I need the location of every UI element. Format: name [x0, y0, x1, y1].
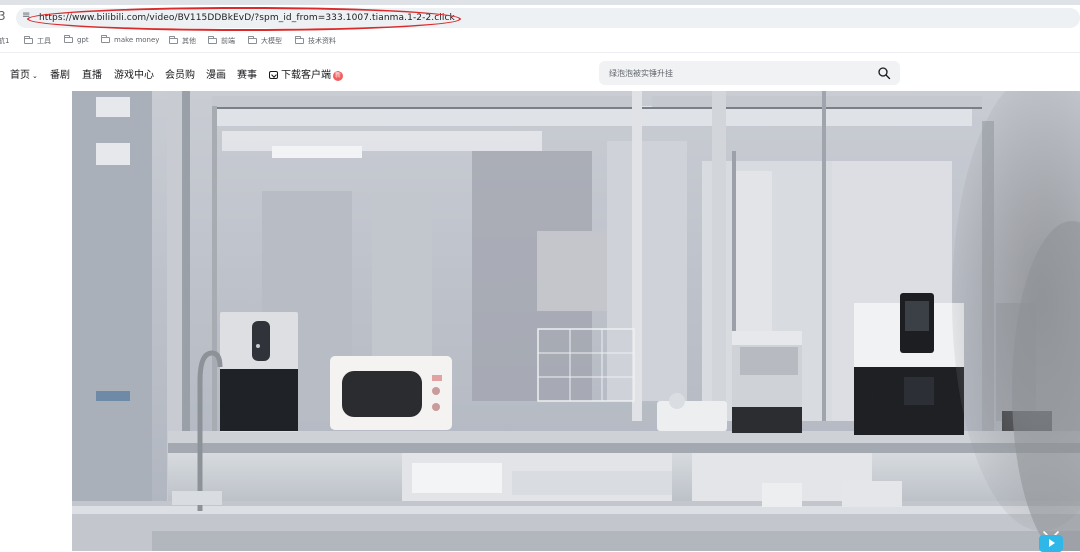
bookmark-item[interactable]: gpt [64, 35, 89, 44]
bookmark-label: make money [114, 36, 160, 44]
bookmark-item[interactable]: 技术资料 [295, 36, 336, 46]
search-box [599, 61, 900, 85]
nav-item-live[interactable]: 直播 [82, 66, 102, 81]
bookmarks-bar: 导航1 工具 gpt make money 其他 前端 大模型 技术资料 [0, 31, 1080, 51]
bookmark-item[interactable]: make money [101, 35, 160, 44]
bookmark-label: 技术资料 [308, 37, 336, 45]
site-header: 首页 ⌄ 番剧 直播 游戏中心 会员购 漫画 赛事 下载客户端新 [0, 53, 1080, 91]
address-bar-row: 3 ≡ https://www.bilibili.com/video/BV115… [0, 5, 1080, 31]
chevron-down-icon: ⌄ [32, 72, 38, 80]
folder-icon [101, 35, 110, 43]
bookmark-label: 工具 [37, 37, 51, 45]
nav-home[interactable]: 首页 ⌄ [10, 66, 38, 81]
video-frame-kitchen-lab [72, 91, 1080, 551]
bilibili-tv-icon [1039, 531, 1063, 552]
bookmark-item[interactable]: 其他 [169, 36, 196, 46]
folder-icon [208, 36, 217, 44]
bookmark-item[interactable]: 大模型 [248, 36, 282, 46]
bookmark-label: 大模型 [261, 37, 282, 45]
video-player[interactable] [72, 91, 1080, 551]
site-info-icon[interactable]: ≡ [22, 10, 30, 21]
nav-item-member-shop[interactable]: 会员购 [165, 66, 195, 81]
new-badge: 新 [333, 71, 343, 81]
folder-icon [295, 36, 304, 44]
nav-item-comics[interactable]: 漫画 [206, 66, 226, 81]
bookmark-item[interactable]: 导航1 [0, 36, 9, 46]
bookmark-label: gpt [77, 36, 89, 44]
nav-item-esports[interactable]: 赛事 [237, 66, 257, 81]
nav-home-label: 首页 [10, 70, 30, 81]
search-icon[interactable] [877, 66, 891, 80]
url-text[interactable]: https://www.bilibili.com/video/BV115DDBk… [39, 13, 455, 23]
nav-download-client[interactable]: 下载客户端新 [269, 66, 343, 81]
download-icon [269, 71, 278, 79]
bookmark-label: 导航1 [0, 37, 10, 45]
folder-icon [169, 36, 178, 44]
nav-item-game-center[interactable]: 游戏中心 [114, 66, 154, 81]
bookmark-label: 前端 [221, 37, 235, 45]
search-input[interactable] [609, 61, 869, 85]
folder-icon [64, 35, 73, 43]
folder-icon [248, 36, 257, 44]
bookmark-label: 其他 [182, 37, 196, 45]
nav-item-anime[interactable]: 番剧 [50, 66, 70, 81]
reload-icon[interactable]: 3 [0, 9, 6, 23]
bookmark-item[interactable]: 前端 [208, 36, 235, 46]
bookmark-item[interactable]: 工具 [24, 36, 51, 46]
download-label: 下载客户端 [281, 70, 331, 81]
folder-icon [24, 36, 33, 44]
